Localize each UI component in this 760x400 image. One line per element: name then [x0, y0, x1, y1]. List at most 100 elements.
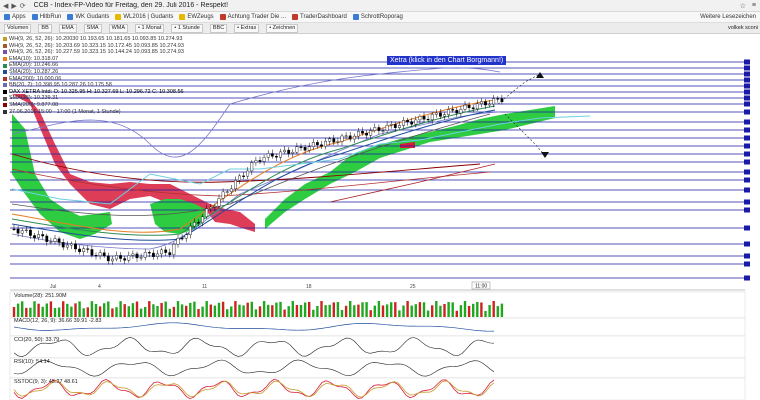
toolbar-interval[interactable]: • 1 Stunde	[171, 23, 203, 33]
legend-row[interactable]: EMA(200): 10.000.06	[3, 76, 184, 83]
volume-bar	[41, 306, 44, 317]
toolbar-extras[interactable]: • Extras	[234, 23, 260, 33]
volume-bar	[139, 308, 143, 317]
legend-row[interactable]: WH(9, 26, 52, 26): 10.203.69 10.323.15 1…	[3, 43, 184, 50]
toolbar-zeichnen[interactable]: • Zeichnen	[266, 23, 299, 33]
volume-bar	[82, 308, 85, 317]
volume-bar	[410, 305, 413, 317]
candle-body	[29, 229, 32, 236]
browser-titlebar: ◀ ▶ ⟳ CCB - Index-FP-Video für Freitag, …	[0, 0, 760, 12]
toolbar-right-field[interactable]: volkek sconi	[728, 25, 760, 31]
volume-bar	[283, 309, 286, 317]
volume-label: Volume(28): 251.90M	[14, 293, 67, 299]
bookmark-achtung-trader[interactable]: Achtung Trader Die ...	[219, 14, 286, 20]
forward-icon[interactable]: ▶	[11, 2, 16, 10]
candle-body	[139, 257, 143, 259]
bookmark-traderdashboard[interactable]: TraderDashboard	[292, 14, 347, 20]
macd-label: MACD(12, 26, 9): 36.66 39.91 -2.83	[14, 318, 102, 324]
legend-row[interactable]: SMA(38): 10.239.31	[3, 95, 184, 102]
legend-row[interactable]: BB(20, 2): 10.398.95 10.287.26 10.175.58	[3, 82, 184, 89]
toolbar-ema[interactable]: EMA	[58, 23, 77, 33]
price-marker	[744, 127, 750, 133]
volume-bar	[320, 301, 323, 317]
candle-body	[65, 244, 69, 248]
candle-body	[160, 249, 163, 255]
volume-bar	[316, 305, 319, 317]
toolbar-volumen[interactable]: Volumen	[4, 23, 32, 33]
candle-body	[471, 107, 475, 110]
candle-body	[357, 131, 360, 137]
cci-label: CCI(20, 50): 33.79	[14, 337, 60, 343]
bookmark-hitbrun[interactable]: HitbRun	[31, 14, 61, 20]
volume-bar	[123, 304, 126, 317]
price-marker	[744, 241, 750, 247]
price-marker	[744, 89, 750, 95]
legend-row[interactable]: SMA(20): 10.287.26	[3, 69, 184, 76]
toolbar-sma[interactable]: SMA	[83, 23, 102, 33]
candle-body	[307, 146, 311, 151]
candle-body	[205, 208, 209, 217]
cci-panel	[9, 335, 746, 359]
candle-body	[45, 235, 49, 242]
candle-body	[41, 234, 45, 237]
legend-row[interactable]: SMA(200): 9.877.08	[3, 102, 184, 109]
volume-bar	[209, 304, 212, 317]
price-marker	[744, 101, 750, 107]
volume-bar	[213, 305, 217, 317]
volume-bar	[344, 305, 348, 317]
candle-body	[340, 135, 344, 142]
price-marker	[744, 253, 750, 259]
reload-icon[interactable]: ⟳	[20, 2, 26, 10]
legend-row[interactable]: EMA(20): 10.246.66	[3, 62, 184, 69]
volume-bar	[127, 306, 130, 317]
legend-row[interactable]: EMA(10): 10.318.07	[3, 56, 184, 63]
bookmark-wl2016[interactable]: WL2016 | Gudants	[115, 14, 173, 20]
toolbar-wma[interactable]: WMA	[108, 23, 129, 33]
volume-bar	[422, 302, 426, 317]
candle-body	[233, 179, 237, 190]
volume-bar	[226, 309, 229, 317]
xetra-note[interactable]: Xetra (klick in den Chart Borgmann!)	[387, 56, 507, 65]
volume-bar	[443, 304, 446, 317]
volume-bar	[353, 305, 356, 317]
bookmark-wk-gudants[interactable]: WK Gudants	[67, 14, 109, 20]
toolbar-bb[interactable]: BB	[38, 23, 52, 33]
volume-bar	[62, 301, 65, 317]
volume-bar	[172, 306, 176, 317]
bookmark-schrottroporag[interactable]: SchrottRoporag	[352, 14, 403, 20]
back-icon[interactable]: ◀	[3, 2, 8, 10]
volume-bar	[492, 301, 495, 317]
toolbar-period[interactable]: • 1 Monat	[135, 23, 165, 33]
chart-toolbar: Volumen BB EMA SMA WMA • 1 Monat • 1 Stu…	[0, 23, 760, 34]
apps-icon	[4, 14, 10, 20]
bookmark-apps[interactable]: Apps	[4, 14, 26, 20]
bookmarks-more[interactable]: Weitere Lesezeichen	[700, 14, 760, 20]
settings-icon[interactable]: ≡	[752, 2, 756, 10]
volume-bar	[119, 301, 122, 317]
candle-body	[352, 135, 356, 140]
macd-panel	[9, 317, 746, 337]
candle-body	[320, 144, 323, 147]
candle-body	[90, 249, 94, 256]
x-tick-jul: Jul	[50, 284, 56, 290]
rsi-label: RSI(10): 54.14	[14, 359, 50, 365]
legend-row[interactable]: DAX XETRA Intd: O: 10.325.95 H: 10.327.6…	[3, 89, 184, 96]
legend-row[interactable]: WH(9, 26, 52, 26): 10.20030 10.193.65 10…	[3, 36, 184, 43]
candle-body	[402, 120, 405, 126]
star-icon[interactable]: ☆	[740, 2, 746, 10]
toolbar-bbc[interactable]: BBC	[209, 23, 228, 33]
bookmark-ewzeugs[interactable]: EWZeugs	[179, 14, 214, 20]
candle-body	[225, 191, 229, 193]
candle-body	[12, 228, 16, 231]
candle-body	[426, 118, 430, 121]
legend-swatch	[3, 96, 7, 101]
volume-bar	[426, 310, 430, 317]
volume-bar	[373, 305, 376, 317]
legend-row[interactable]: WH(9, 26, 52, 26): 10.227.59 10.323.15 1…	[3, 49, 184, 56]
volume-bar	[414, 304, 417, 317]
legend-row[interactable]: 27.06.2016 15:00 - 17:00 (1 Monat, 1 Stu…	[3, 109, 184, 116]
volume-bar	[242, 305, 245, 317]
legend-text: 27.06.2016 15:00 - 17:00 (1 Monat, 1 Stu…	[9, 108, 121, 115]
volume-bar	[49, 301, 53, 317]
legend-text: SMA(20): 10.287.26	[9, 68, 59, 75]
